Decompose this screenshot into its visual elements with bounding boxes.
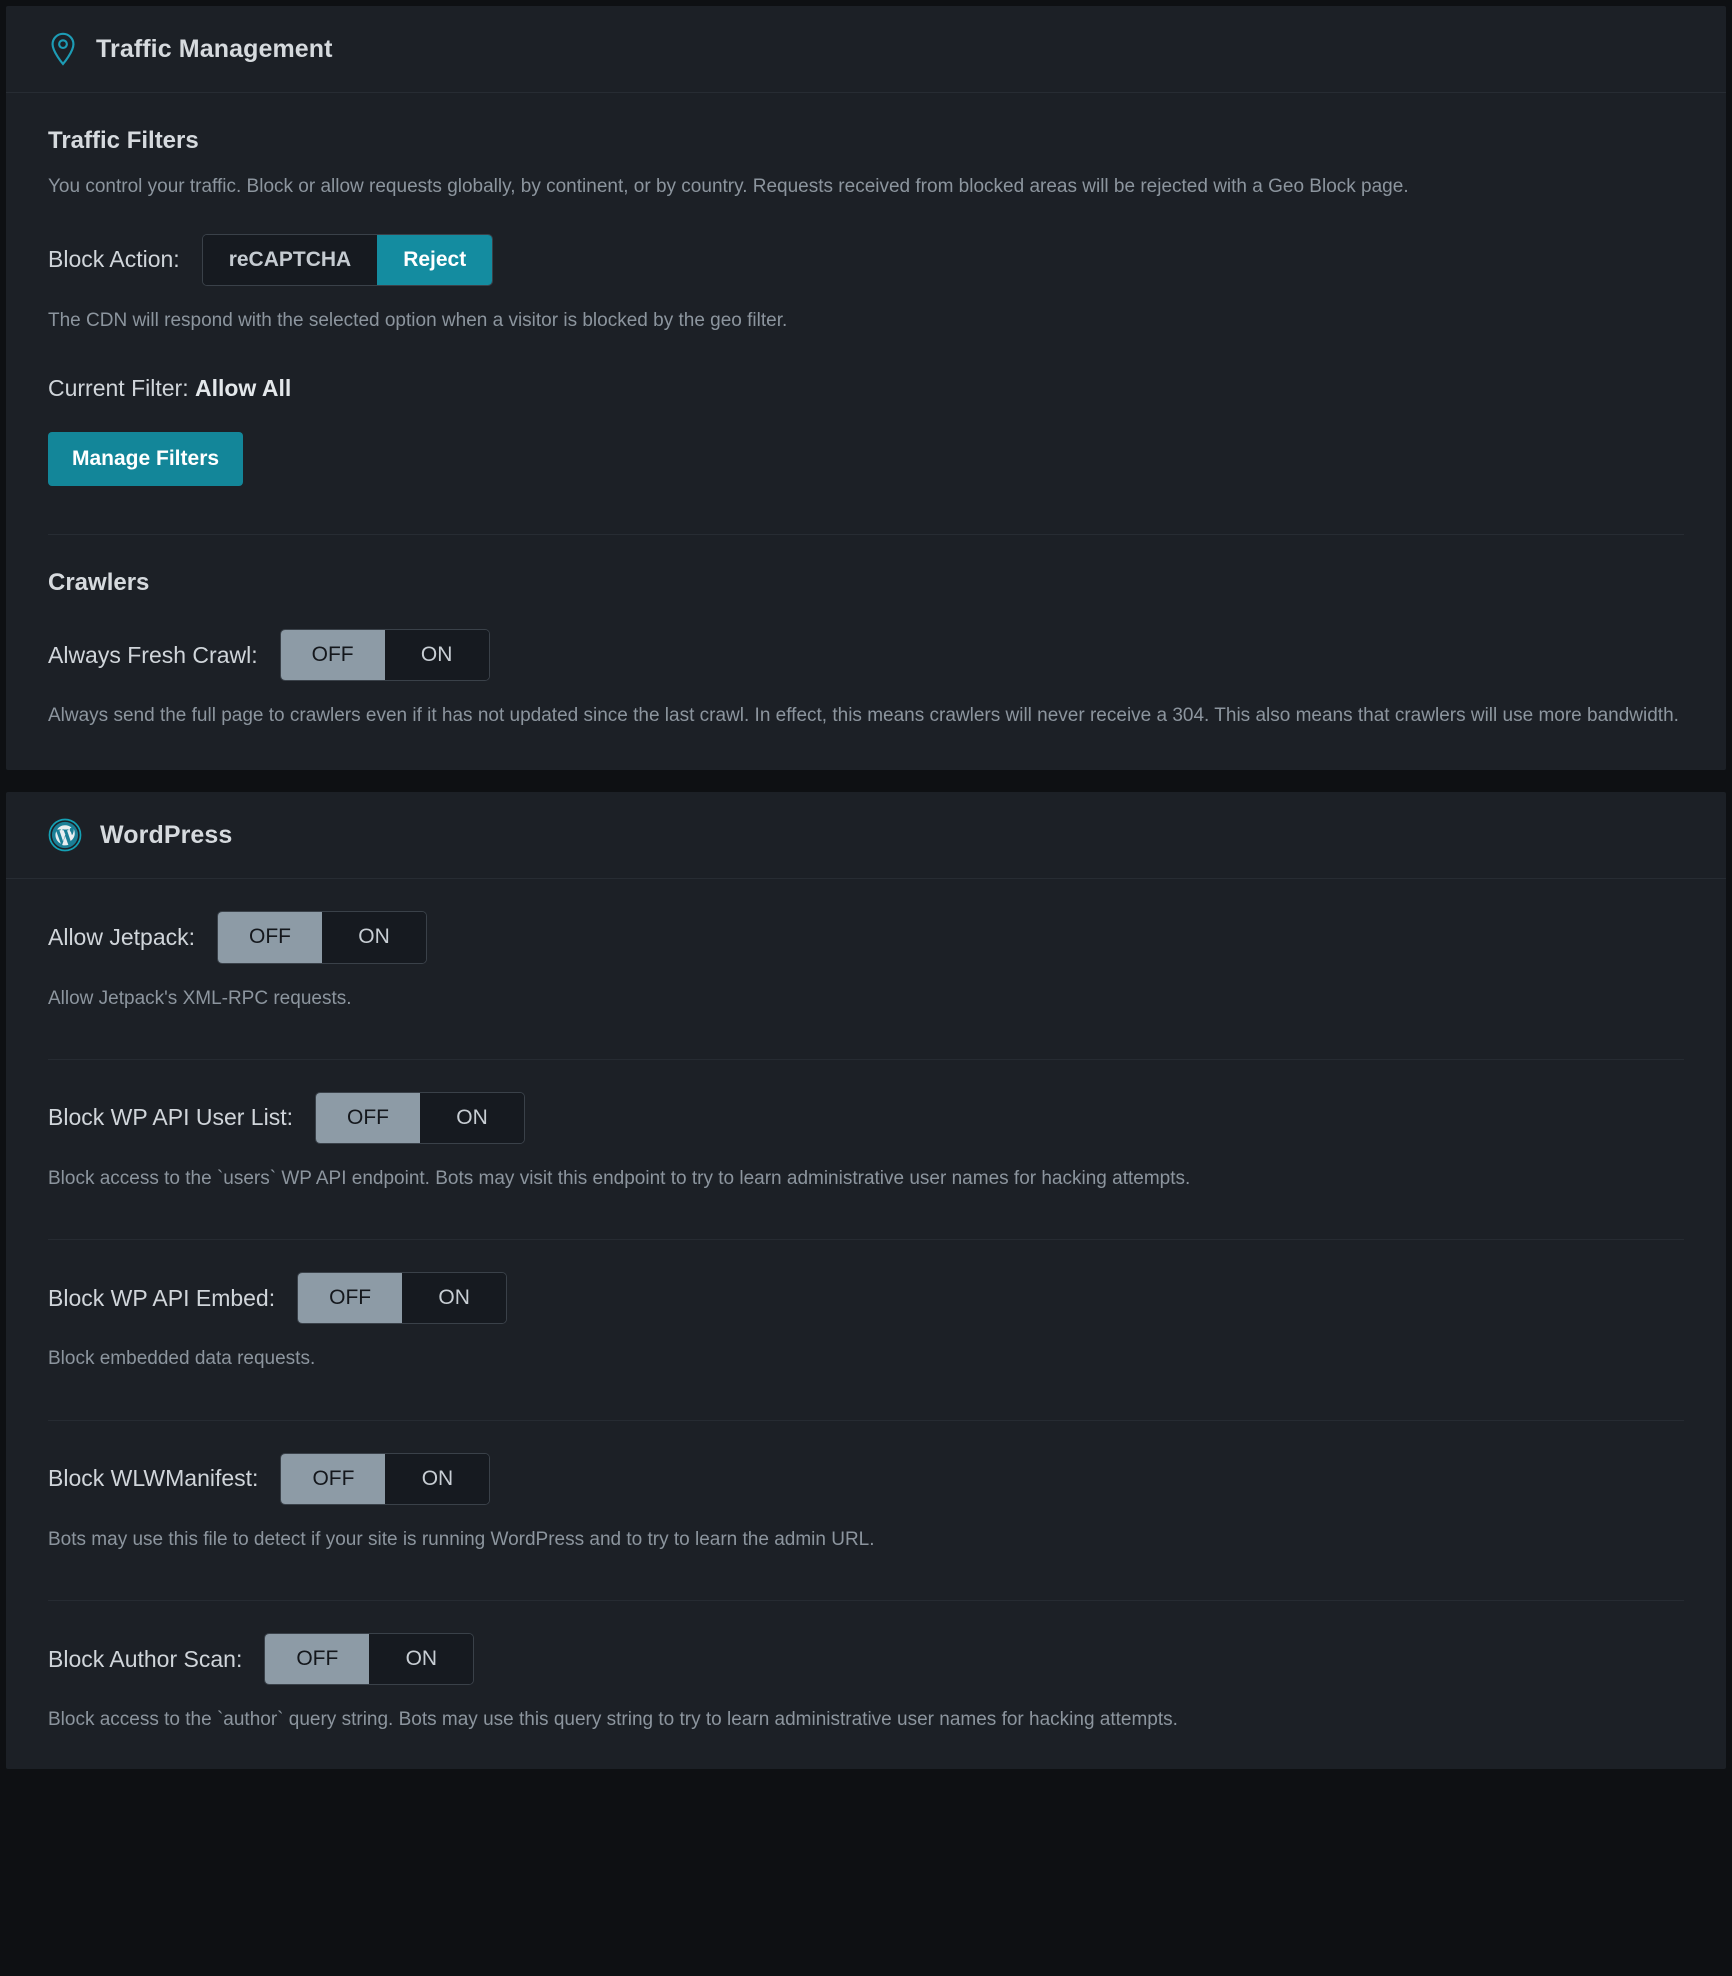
current-filter-label: Current Filter: <box>48 374 189 401</box>
block-wp-api-embed-toggle[interactable]: OFF ON <box>297 1272 508 1325</box>
block-wp-api-embed-option-on[interactable]: ON <box>402 1273 507 1324</box>
block-wp-api-embed-description: Block embedded data requests. <box>48 1348 316 1370</box>
always-fresh-crawl-label: Always Fresh Crawl: <box>48 641 258 668</box>
always-fresh-crawl-row: Always Fresh Crawl: OFF ON <box>48 597 1684 682</box>
block-author-scan-option-on[interactable]: ON <box>369 1634 474 1685</box>
block-wlwmanifest-label: Block WLWManifest: <box>48 1465 259 1492</box>
allow-jetpack-label: Allow Jetpack: <box>48 923 196 950</box>
block-wlwmanifest-option-on[interactable]: ON <box>385 1453 490 1504</box>
traffic-filters-description: You control your traffic. Block or allow… <box>48 176 1409 197</box>
map-pin-icon <box>48 32 78 66</box>
block-wp-api-embed-row: Block WP API Embed: OFF ON <box>48 1240 1684 1325</box>
panel-bottom-spacer <box>48 730 1684 770</box>
current-filter-row: Current Filter: Allow All <box>48 335 1684 402</box>
block-wlwmanifest-row: Block WLWManifest: OFF ON <box>48 1421 1684 1505</box>
wordpress-panel: WordPress Allow Jetpack: OFF ON Allow Je… <box>6 792 1726 1769</box>
always-fresh-crawl-description: Always send the full page to crawlers ev… <box>48 705 1679 727</box>
block-wp-api-embed-label: Block WP API Embed: <box>48 1284 276 1311</box>
block-wp-api-user-list-toggle[interactable]: OFF ON <box>314 1091 525 1144</box>
block-action-description: The CDN will respond with the selected o… <box>48 309 788 331</box>
wordpress-body: Allow Jetpack: OFF ON Allow Jetpack's XM… <box>6 879 1726 1768</box>
block-wp-api-user-list-row: Block WP API User List: OFF ON <box>48 1060 1684 1144</box>
allow-jetpack-toggle[interactable]: OFF ON <box>217 911 428 964</box>
crawlers-heading: Crawlers <box>48 568 150 596</box>
block-author-scan-row: Block Author Scan: OFF ON <box>48 1601 1684 1686</box>
current-filter-value: Allow All <box>194 374 292 401</box>
always-fresh-crawl-option-on[interactable]: ON <box>384 629 489 681</box>
block-wlwmanifest-option-off[interactable]: OFF <box>281 1453 386 1504</box>
always-fresh-crawl-option-off[interactable]: OFF <box>280 629 385 681</box>
block-action-label: Block Action: <box>48 246 180 273</box>
block-action-option-recaptcha[interactable]: reCAPTCHA <box>202 234 378 285</box>
block-action-segmented-control[interactable]: reCAPTCHA Reject <box>201 233 494 286</box>
always-fresh-crawl-toggle[interactable]: OFF ON <box>279 628 490 682</box>
allow-jetpack-row: Allow Jetpack: OFF ON <box>48 879 1684 964</box>
block-author-scan-description: Block access to the `author` query strin… <box>48 1709 1178 1731</box>
block-wlwmanifest-toggle[interactable]: OFF ON <box>280 1452 491 1505</box>
panel-title: WordPress <box>100 820 233 849</box>
settings-page: Traffic Management Traffic Filters You c… <box>0 0 1732 1976</box>
block-wp-api-user-list-option-on[interactable]: ON <box>419 1092 524 1143</box>
block-action-row: Block Action: reCAPTCHA Reject <box>48 202 1684 286</box>
panel-bottom-spacer <box>48 1735 1684 1769</box>
traffic-filters-heading: Traffic Filters <box>48 127 199 154</box>
block-wp-api-embed-option-off[interactable]: OFF <box>298 1273 403 1324</box>
wordpress-header: WordPress <box>6 792 1726 880</box>
traffic-management-panel: Traffic Management Traffic Filters You c… <box>6 6 1726 771</box>
allow-jetpack-description: Allow Jetpack's XML-RPC requests. <box>48 987 352 1009</box>
wordpress-logo-icon <box>48 818 82 852</box>
block-author-scan-option-off[interactable]: OFF <box>265 1634 370 1685</box>
panel-title: Traffic Management <box>96 34 333 63</box>
block-author-scan-label: Block Author Scan: <box>48 1645 243 1672</box>
allow-jetpack-option-on[interactable]: ON <box>322 912 427 963</box>
block-wlwmanifest-description: Bots may use this file to detect if your… <box>48 1528 875 1550</box>
manage-filters-button[interactable]: Manage Filters <box>48 431 244 486</box>
block-wp-api-user-list-label: Block WP API User List: <box>48 1104 293 1131</box>
traffic-management-header: Traffic Management <box>6 6 1726 93</box>
block-author-scan-toggle[interactable]: OFF ON <box>264 1633 475 1686</box>
block-wp-api-user-list-description: Block access to the `users` WP API endpo… <box>48 1168 1191 1189</box>
block-action-option-reject[interactable]: Reject <box>377 234 493 285</box>
block-wp-api-user-list-option-off[interactable]: OFF <box>315 1092 420 1143</box>
traffic-management-body: Traffic Filters You control your traffic… <box>6 93 1726 770</box>
allow-jetpack-option-off[interactable]: OFF <box>218 912 323 963</box>
